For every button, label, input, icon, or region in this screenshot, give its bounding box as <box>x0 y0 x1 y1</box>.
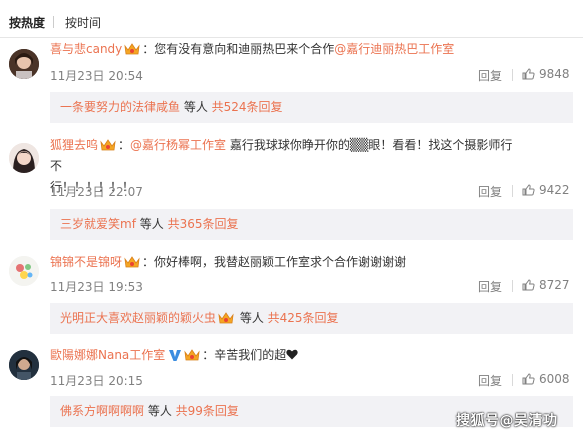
like-button[interactable]: 9422 <box>522 183 570 197</box>
comment-username[interactable]: 喜与悲candy <box>50 42 122 56</box>
avatar-flower-icon <box>9 256 39 286</box>
sort-bar: 按热度 按时间 <box>0 0 583 38</box>
reply-button[interactable]: 回复 <box>478 372 502 389</box>
sub-reply-count-link[interactable]: 共99条回复 <box>176 404 239 418</box>
action-divider <box>512 185 513 197</box>
sort-divider <box>53 16 54 28</box>
comment-text: 歐陽娜娜Nana工作室 ：辛苦我们的超 <box>50 345 523 366</box>
like-button[interactable]: 8727 <box>522 278 570 292</box>
like-button[interactable]: 9848 <box>522 67 570 81</box>
sub-reply-count-link[interactable]: 共524条回复 <box>212 100 283 114</box>
comment-timestamp: 11月23日 20:15 <box>50 374 143 388</box>
comment-text: 锦锦不是锦呀 ：你好棒啊，我替赵丽颖工作室求个合作谢谢谢谢 <box>50 252 523 273</box>
comment-text: 喜与悲candy ：您有没有意向和迪丽热巴来个合作@嘉行迪丽热巴工作室 <box>50 39 523 60</box>
sort-by-time-tab[interactable]: 按时间 <box>65 14 101 31</box>
comment-body: ：您有没有意向和迪丽热巴来个合作 <box>142 42 335 56</box>
thumbs-up-icon <box>522 68 535 80</box>
action-divider <box>512 69 513 81</box>
reply-button[interactable]: 回复 <box>478 67 502 84</box>
sub-reply-count-link[interactable]: 共425条回复 <box>268 311 339 325</box>
sub-reply-count-link[interactable]: 共365条回复 <box>168 217 239 231</box>
sub-reply-username[interactable]: 一条要努力的法律咸鱼 <box>60 100 180 114</box>
thumbs-up-icon <box>522 279 535 291</box>
sub-reply-mid: 等人 <box>180 100 212 114</box>
vip-crown-icon <box>218 306 234 324</box>
sub-reply-mid: 等人 <box>236 311 268 325</box>
like-button[interactable]: 6008 <box>522 372 570 386</box>
thumbs-up-icon <box>522 184 535 196</box>
avatar[interactable] <box>9 49 39 79</box>
sub-reply-mid: 等人 <box>144 404 176 418</box>
comment-body: ：你好棒啊，我替赵丽颖工作室求个合作谢谢谢谢 <box>142 255 407 269</box>
sub-reply-username[interactable]: 三岁就爱笑mf <box>60 217 136 231</box>
like-count: 8727 <box>539 278 570 292</box>
sub-reply-mid: 等人 <box>135 217 168 231</box>
comment-timestamp: 11月23日 20:54 <box>50 69 143 83</box>
vip-crown-icon <box>100 138 116 152</box>
like-count: 9422 <box>539 183 570 197</box>
verified-v-icon <box>168 348 182 362</box>
avatar[interactable] <box>9 350 39 380</box>
like-count: 9848 <box>539 67 570 81</box>
comment-body: ： <box>118 138 131 152</box>
sub-replies-bar: 一条要努力的法律咸鱼 等人 共524条回复 <box>50 92 573 123</box>
comment-username[interactable]: 狐狸去呜 <box>50 138 98 152</box>
thumbs-up-icon <box>522 373 535 385</box>
comment-timestamp: 11月23日 19:53 <box>50 280 143 294</box>
comment-username[interactable]: 歐陽娜娜Nana工作室 <box>50 348 165 362</box>
sub-reply-username[interactable]: 光明正大喜欢赵丽颖的颖火虫 <box>60 311 216 325</box>
comment-mention[interactable]: @嘉行迪丽热巴工作室 <box>334 42 454 56</box>
comment-mention[interactable]: @嘉行杨幂工作室 <box>130 138 226 152</box>
source-watermark: 搜狐号@吴清功 <box>456 413 558 429</box>
heart-icon <box>286 348 298 362</box>
avatar[interactable] <box>9 256 39 286</box>
reply-button[interactable]: 回复 <box>478 278 502 295</box>
comment-username[interactable]: 锦锦不是锦呀 <box>50 255 122 269</box>
sub-reply-username[interactable]: 佛系方啊啊啊啊 <box>60 404 144 418</box>
comment-timestamp: 11月23日 22:07 <box>50 185 143 199</box>
sub-replies-bar: 三岁就爱笑mf 等人 共365条回复 <box>50 209 573 240</box>
avatar[interactable] <box>9 143 39 173</box>
vip-crown-icon <box>124 42 140 56</box>
action-divider <box>512 374 513 386</box>
like-count: 6008 <box>539 372 570 386</box>
avatar-portrait-icon <box>9 143 39 173</box>
reply-button[interactable]: 回复 <box>478 183 502 200</box>
vip-crown-icon <box>124 255 140 269</box>
comment-body: ：辛苦我们的超 <box>202 348 287 362</box>
vip-crown-icon <box>184 348 200 362</box>
action-divider <box>512 280 513 292</box>
avatar-portrait-icon <box>9 350 39 380</box>
sort-by-hot-tab[interactable]: 按热度 <box>9 14 45 31</box>
sub-replies-bar: 光明正大喜欢赵丽颖的颖火虫 等人 共425条回复 <box>50 303 573 334</box>
avatar-portrait-icon <box>9 49 39 79</box>
